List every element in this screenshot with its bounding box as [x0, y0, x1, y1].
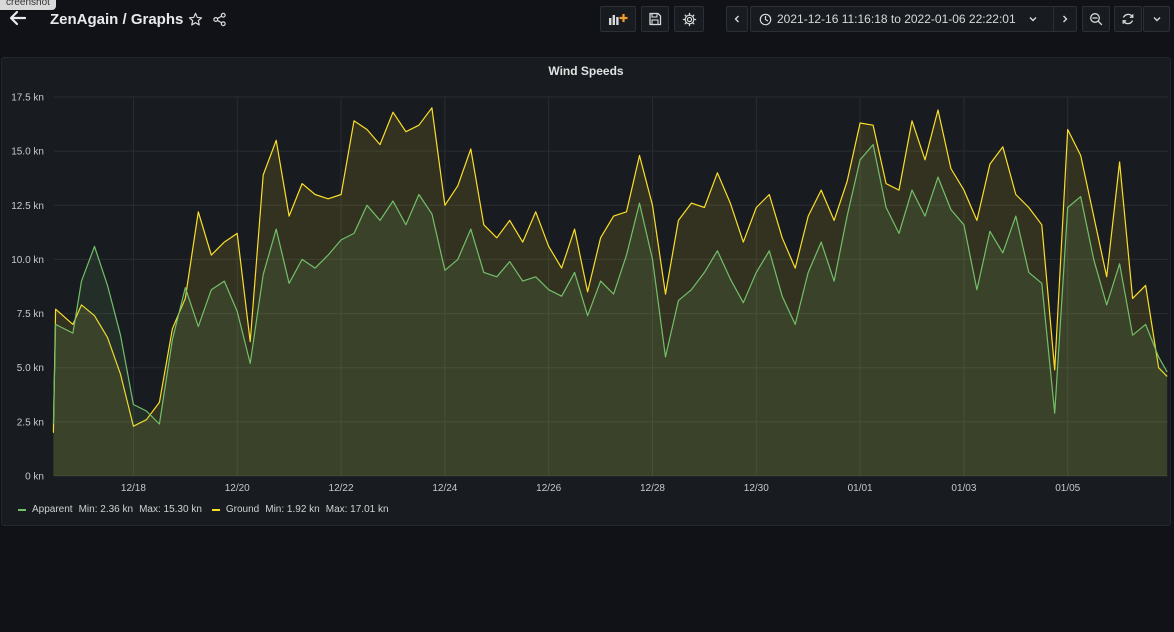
legend-max-ground: Max: 17.01 kn [325, 504, 389, 515]
share-icon [212, 12, 226, 26]
star-button[interactable] [186, 10, 204, 28]
add-panel-button[interactable] [600, 6, 636, 32]
y-tick-label: 7.5 kn [17, 309, 44, 320]
time-range-picker[interactable]: 2021-12-16 11:16:18 to 2022-01-06 22:22:… [750, 6, 1076, 32]
gear-icon [682, 12, 696, 26]
x-tick-label: 12/18 [121, 483, 146, 494]
back-button[interactable] [6, 6, 30, 30]
legend-item-apparent[interactable]: Apparent Min: 2.36 kn Max: 15.30 kn [18, 504, 202, 515]
top-bar: ZenAgain / Graphs 2021-12-16 11:16:18 to… [0, 0, 1174, 44]
legend-swatch-ground [211, 508, 220, 511]
legend-name-apparent: Apparent [32, 504, 73, 515]
dashboard-settings-button[interactable] [674, 6, 704, 32]
chevron-down-icon [1029, 17, 1037, 22]
y-tick-label: 5.0 kn [17, 363, 44, 374]
chevron-down-icon [1153, 17, 1160, 22]
time-range-label: 2021-12-16 11:16:18 to 2022-01-06 22:22:… [777, 12, 1016, 26]
x-tick-label: 12/22 [329, 483, 354, 494]
x-tick-label: 12/28 [640, 483, 665, 494]
wind-speeds-panel[interactable]: Wind Speeds 0 kn 2.5 kn 5.0 kn 7.5 kn 10.0 k… [1, 57, 1171, 526]
add-panel-icon [609, 14, 628, 25]
wind-speeds-chart[interactable]: 0 kn 2.5 kn 5.0 kn 7.5 kn 10.0 kn 12.5 kn 15.0… [2, 58, 1170, 498]
x-tick-label: 12/30 [744, 483, 769, 494]
x-tick-label: 01/01 [848, 483, 873, 494]
save-dashboard-button[interactable] [641, 6, 669, 32]
zoom-out-button[interactable] [1082, 6, 1110, 32]
share-button[interactable] [210, 10, 228, 28]
refresh-icon [1122, 13, 1134, 25]
x-tick-label: 01/05 [1055, 483, 1080, 494]
legend-swatch-apparent [18, 508, 26, 511]
legend-min-apparent: Min: 2.36 kn [78, 504, 134, 515]
y-tick-label: 2.5 kn [17, 417, 44, 428]
y-tick-label: 10.0 kn [11, 255, 44, 266]
arrow-left-icon [9, 10, 27, 26]
chevron-right-icon [1063, 15, 1068, 23]
chart-legend: Apparent Min: 2.36 kn Max: 15.30 kn Grou… [18, 504, 399, 515]
zoom-out-icon [1090, 13, 1103, 26]
legend-min-ground: Min: 1.92 kn [265, 504, 320, 515]
legend-item-ground[interactable]: Ground Min: 1.92 kn Max: 17.01 kn [211, 504, 389, 515]
time-range-forward-button[interactable] [1053, 6, 1077, 32]
save-icon [649, 12, 662, 26]
page-title[interactable]: ZenAgain / Graphs [50, 11, 183, 28]
y-tick-label: 17.5 kn [11, 93, 44, 104]
x-tick-label: 12/26 [536, 483, 561, 494]
refresh-button[interactable] [1114, 6, 1142, 32]
x-tick-label: 12/24 [432, 483, 457, 494]
clock-icon [759, 13, 772, 25]
legend-name-ground: Ground [225, 504, 260, 515]
chevron-left-icon [734, 15, 739, 23]
refresh-interval-button[interactable] [1143, 6, 1170, 32]
x-tick-label: 12/20 [225, 483, 250, 494]
y-tick-label: 12.5 kn [11, 201, 44, 212]
x-tick-label: 01/03 [951, 483, 976, 494]
time-range-back-button[interactable] [726, 6, 748, 32]
star-icon [188, 12, 202, 26]
y-tick-label: 15.0 kn [11, 147, 44, 158]
legend-max-apparent: Max: 15.30 kn [139, 504, 202, 515]
y-tick-label: 0 kn [25, 472, 44, 483]
